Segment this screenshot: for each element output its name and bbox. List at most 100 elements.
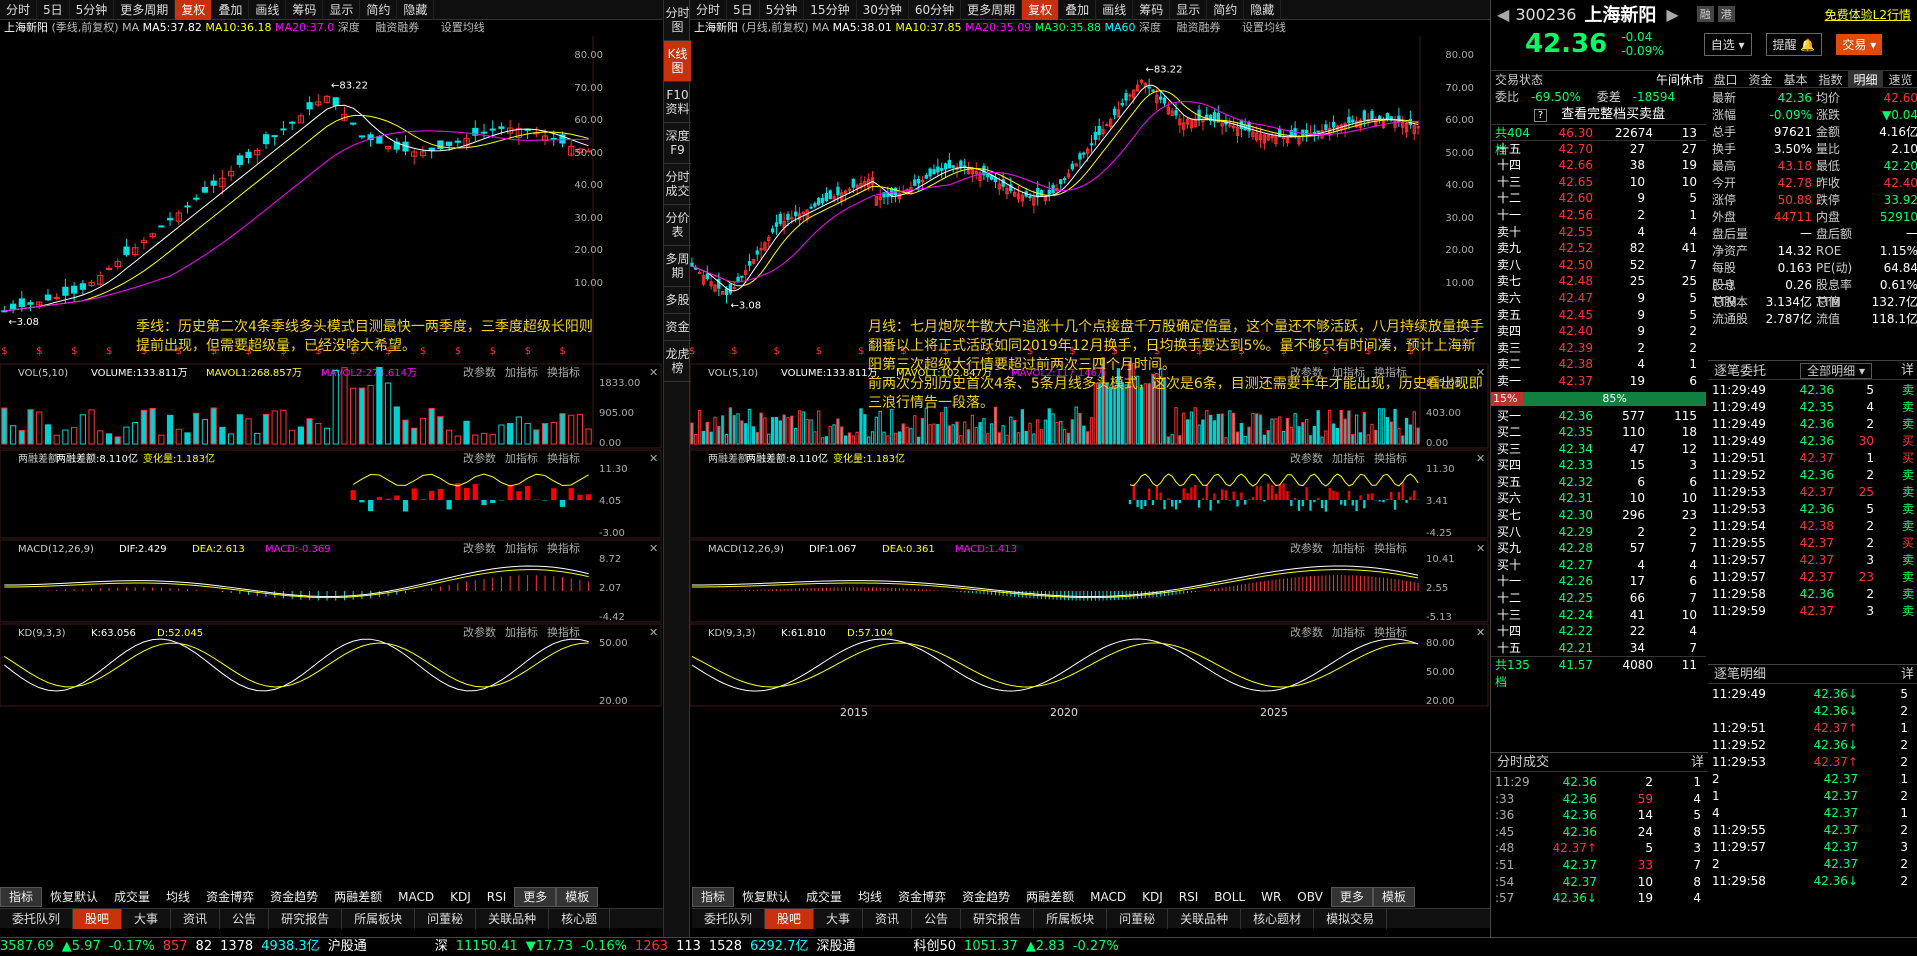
bid-row[interactable]: 买七42.3029623 xyxy=(1491,507,1706,524)
info-tab-10[interactable]: 模拟交易 xyxy=(1314,909,1387,929)
toolbar-13[interactable]: 隐藏 xyxy=(1244,0,1281,20)
indicator-tab-4[interactable]: 资金博弈 xyxy=(890,888,954,906)
ask-row[interactable]: 卖九42.528241 xyxy=(1491,240,1706,257)
next-stock-icon[interactable]: ▶ xyxy=(1666,5,1678,24)
pane-control[interactable]: 换指标 xyxy=(1374,625,1407,639)
tixing-button[interactable]: 提醒 🔔 xyxy=(1766,33,1823,56)
bid-row[interactable]: 买一42.36577115 xyxy=(1491,408,1706,425)
info-tab-7[interactable]: 问董秘 xyxy=(1107,909,1168,929)
ask-row[interactable]: 卖三42.3922 xyxy=(1491,340,1706,357)
close-icon[interactable]: ✕ xyxy=(1476,626,1485,639)
toolbar-7[interactable]: 复权 xyxy=(1022,0,1059,20)
close-icon[interactable]: ✕ xyxy=(649,452,658,465)
close-icon[interactable]: ✕ xyxy=(649,542,658,555)
indicator-tab-13[interactable]: 更多 xyxy=(1331,887,1373,907)
indicator-tab-2[interactable]: 成交量 xyxy=(798,888,850,906)
indicator-tab-9[interactable]: RSI xyxy=(1171,888,1207,906)
free-l2-link[interactable]: 免费体验L2行情 xyxy=(1825,6,1911,23)
info-tab-2[interactable]: 大事 xyxy=(814,909,863,929)
info-tab-3[interactable]: 资讯 xyxy=(863,909,912,929)
indicator-tab-14[interactable]: 模板 xyxy=(1373,887,1415,907)
ask-row[interactable]: 卖六42.4795 xyxy=(1491,290,1706,307)
info-tab-1[interactable]: 股吧 xyxy=(73,909,122,929)
indicator-tab-1[interactable]: 恢复默认 xyxy=(734,888,798,906)
info-tab-9[interactable]: 核心题 xyxy=(549,909,610,929)
toolbar-4[interactable]: 复权 xyxy=(175,0,212,20)
toolbar-6[interactable]: 更多周期 xyxy=(961,0,1022,20)
toolbar-8[interactable]: 显示 xyxy=(323,0,360,20)
pane-control[interactable]: 换指标 xyxy=(1374,451,1407,465)
toolbar-8[interactable]: 叠加 xyxy=(1059,0,1096,20)
full-book-button[interactable]: ?查看完整档买卖盘 xyxy=(1491,106,1708,124)
fenshi-detail-button[interactable]: 详 xyxy=(1691,753,1704,773)
indicator-tab-7[interactable]: MACD xyxy=(1082,888,1134,906)
toolbar-2[interactable]: 5分钟 xyxy=(70,0,115,20)
toolbar-7[interactable]: 筹码 xyxy=(286,0,323,20)
vtab-7[interactable]: 多股 xyxy=(664,287,691,314)
toolbar-10[interactable]: 隐藏 xyxy=(397,0,434,20)
pane-control[interactable]: 改参数 xyxy=(463,365,496,379)
zhubi-detail-button[interactable]: 详 xyxy=(1901,361,1914,381)
left-kline-chart[interactable]: $$$$$$$$$$$$$$$$$←83.22←3.08VOL(5,10)VOL… xyxy=(0,36,663,736)
info-tab-6[interactable]: 所属板块 xyxy=(1034,909,1107,929)
pane-control[interactable]: 换指标 xyxy=(547,625,580,639)
ask-row[interactable]: 卖五42.4595 xyxy=(1491,307,1706,324)
toolbar-1[interactable]: 5日 xyxy=(37,0,70,20)
quote-tab-4[interactable]: 明细 xyxy=(1848,71,1883,87)
ask-row[interactable]: 卖二42.3841 xyxy=(1491,356,1706,373)
pane-control[interactable]: 加指标 xyxy=(1332,451,1365,465)
toolbar-2[interactable]: 5分钟 xyxy=(760,0,805,20)
indicator-tab-5[interactable]: 资金趋势 xyxy=(262,888,326,906)
pane-control[interactable]: 换指标 xyxy=(547,541,580,555)
bid-row[interactable]: 买五42.3266 xyxy=(1491,474,1706,491)
close-icon[interactable]: ✕ xyxy=(649,366,658,379)
vtab-9[interactable]: 龙虎榜 xyxy=(664,341,691,382)
vtab-3[interactable]: 深度F9 xyxy=(664,123,691,164)
pane-control[interactable]: 改参数 xyxy=(1290,541,1323,555)
pane-control[interactable]: 加指标 xyxy=(505,451,538,465)
zixuan-button[interactable]: 自选 ▾ xyxy=(1704,33,1752,56)
pane-control[interactable]: 加指标 xyxy=(1332,625,1365,639)
toolbar-0[interactable]: 分时 xyxy=(690,0,727,20)
vtab-0[interactable]: 分时图 xyxy=(664,0,691,41)
toolbar-11[interactable]: 显示 xyxy=(1170,0,1207,20)
bid-row[interactable]: 买二42.3511018 xyxy=(1491,424,1706,441)
quote-tab-0[interactable]: 盘口 xyxy=(1708,71,1743,87)
quote-tab-3[interactable]: 指数 xyxy=(1813,71,1848,87)
info-tab-7[interactable]: 问董秘 xyxy=(415,909,476,929)
ask-row[interactable]: 卖一42.37196 xyxy=(1491,373,1706,390)
info-tab-9[interactable]: 核心题材 xyxy=(1241,909,1314,929)
toolbar-3[interactable]: 15分钟 xyxy=(804,0,856,20)
pane-control[interactable]: 改参数 xyxy=(463,541,496,555)
info-tab-0[interactable]: 委托队列 xyxy=(0,909,73,929)
quote-tab-5[interactable]: 速览 xyxy=(1883,71,1917,87)
bid-row[interactable]: 十五42.21347 xyxy=(1491,640,1706,657)
quote-tab-2[interactable]: 基本 xyxy=(1778,71,1813,87)
margin-button[interactable]: 融资融券 xyxy=(375,21,419,34)
zhubi-filter-select[interactable]: 全部明细 ▾ xyxy=(1800,363,1872,379)
bid-row[interactable]: 十一42.26176 xyxy=(1491,573,1706,590)
sgt-link[interactable]: 深股通 xyxy=(816,938,855,955)
indicator-tab-7[interactable]: MACD xyxy=(390,888,442,906)
toolbar-10[interactable]: 筹码 xyxy=(1133,0,1170,20)
indicator-tab-2[interactable]: 成交量 xyxy=(106,888,158,906)
info-tab-5[interactable]: 研究报告 xyxy=(961,909,1034,929)
ask-row[interactable]: 十二42.6095 xyxy=(1491,190,1706,207)
pane-control[interactable]: 加指标 xyxy=(505,365,538,379)
margin-button[interactable]: 融资融券 xyxy=(1177,21,1221,34)
toolbar-3[interactable]: 更多周期 xyxy=(114,0,175,20)
bid-row[interactable]: 买六42.311010 xyxy=(1491,490,1706,507)
indicator-tab-0[interactable]: 指标 xyxy=(0,887,42,907)
mingxi-detail-button[interactable]: 详 xyxy=(1901,665,1914,685)
indicator-tab-1[interactable]: 恢复默认 xyxy=(42,888,106,906)
indicator-tab-8[interactable]: KDJ xyxy=(1134,888,1171,906)
close-icon[interactable]: ✕ xyxy=(1476,542,1485,555)
indicator-tab-5[interactable]: 资金趋势 xyxy=(954,888,1018,906)
vtab-1[interactable]: K线图 xyxy=(664,41,691,82)
ma-settings-button[interactable]: 设置均线 xyxy=(441,21,485,34)
deep-button[interactable]: 深度 xyxy=(338,21,360,34)
bid-row[interactable]: 十三42.244110 xyxy=(1491,607,1706,624)
indicator-tab-0[interactable]: 指标 xyxy=(692,887,734,907)
info-tab-0[interactable]: 委托队列 xyxy=(692,909,765,929)
info-tab-8[interactable]: 关联品种 xyxy=(476,909,549,929)
